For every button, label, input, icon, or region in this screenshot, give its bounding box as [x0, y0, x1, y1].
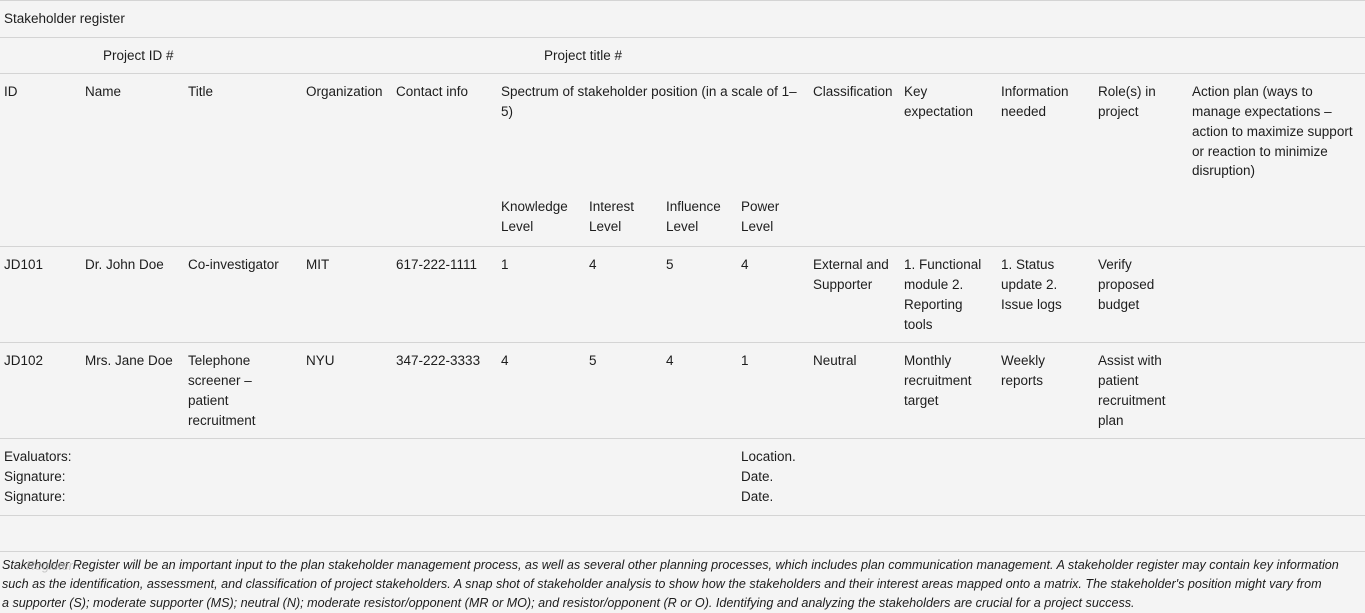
subheader-knowledge-level: Knowledge Level	[497, 188, 585, 248]
register-table: Stakeholder register Project ID # Projec…	[0, 0, 1365, 516]
header-information-needed: Information needed	[997, 73, 1094, 189]
cell-organization: MIT	[302, 246, 392, 344]
cell-action-plan	[1188, 246, 1365, 344]
header-classification: Classification	[809, 73, 900, 189]
cell-id: JD101	[0, 246, 81, 344]
project-title-label: Project title #	[497, 37, 1365, 75]
cell-knowledge-level: 1	[497, 246, 585, 344]
cell-contact-info: 617-222-1111	[392, 246, 497, 344]
signature-label-1: Signature:	[4, 469, 66, 485]
signature-label-2: Signature:	[4, 488, 66, 504]
subheader-spacer-action-plan	[1188, 188, 1365, 248]
header-spectrum: Spectrum of stakeholder position (in a s…	[497, 73, 809, 189]
header-key-expectation: Key expectation	[900, 73, 997, 189]
stakeholder-register-table: Stakeholder register Project ID # Projec…	[0, 0, 1365, 613]
header-action-plan: Action plan (ways to manage expectations…	[1188, 73, 1365, 189]
footnote-line-1: Stakeholder Register will be an importan…	[2, 558, 1339, 572]
cell-contact-info: 347-222-3333	[392, 342, 497, 440]
cell-title: Co-investigator	[184, 246, 302, 344]
project-info-row: Project ID # Project title #	[0, 37, 1365, 75]
header-contact-info: Contact info	[392, 73, 497, 189]
header-organization: Organization	[302, 73, 392, 189]
cell-influence-level: 5	[662, 246, 737, 344]
cell-information-needed: Weekly reports	[997, 342, 1094, 440]
footnote-line-2: such as the identification, assessment, …	[2, 577, 1322, 592]
date-label-2: Date.	[741, 488, 774, 504]
cell-action-plan	[1188, 342, 1365, 440]
cell-interest-level: 5	[585, 342, 662, 440]
subheader-spacer-organization	[302, 188, 392, 248]
cell-key-expectation: 1. Functional module 2. Reporting tools	[900, 246, 997, 344]
cell-classification: External and Supporter	[809, 246, 900, 344]
cell-organization: NYU	[302, 342, 392, 440]
cell-role-in-project: Verify proposed budget	[1094, 246, 1188, 344]
footnote-block: Stakeholder Register will be an importan…	[0, 551, 1365, 613]
date-label-1: Date.	[741, 469, 774, 485]
cell-title: Telephone screener – patient recruitment	[184, 342, 302, 440]
cell-power-level: 4	[737, 246, 809, 344]
cell-information-needed: 1. Status update 2. Issue logs	[997, 246, 1094, 344]
cell-name: Dr. John Doe	[81, 246, 184, 344]
cell-key-expectation: Monthly recruitment target	[900, 342, 997, 440]
page-title: Stakeholder register	[0, 0, 1365, 38]
cell-id: JD102	[0, 342, 81, 440]
signoff-left-block: Evaluators: Signature: Signature:	[0, 438, 737, 516]
subheader-spacer-name	[81, 188, 184, 248]
subheader-spacer-key-expectation	[900, 188, 997, 248]
header-title: Title	[184, 73, 302, 189]
cell-influence-level: 4	[662, 342, 737, 440]
location-label: Location.	[741, 449, 796, 465]
subheader-spacer-classification	[809, 188, 900, 248]
table-row[interactable]: JD102 Mrs. Jane Doe Telephone screener –…	[0, 342, 1365, 440]
cell-interest-level: 4	[585, 246, 662, 344]
cell-power-level: 1	[737, 342, 809, 440]
subheader-influence-level: Influence Level	[662, 188, 737, 248]
table-row[interactable]: JD101 Dr. John Doe Co-investigator MIT 6…	[0, 246, 1365, 344]
subheader-spacer-title	[184, 188, 302, 248]
column-header-row: ID Name Title Organization Contact info …	[0, 73, 1365, 189]
subheader-spacer-information-needed	[997, 188, 1094, 248]
cell-classification: Neutral	[809, 342, 900, 440]
subcolumn-header-row: Knowledge Level Interest Level Influence…	[0, 188, 1365, 248]
subheader-spacer-contact	[392, 188, 497, 248]
subheader-spacer-role	[1094, 188, 1188, 248]
cell-role-in-project: Assist with patient recruitment plan	[1094, 342, 1188, 440]
project-id-label: Project ID #	[0, 37, 497, 75]
cell-name: Mrs. Jane Doe	[81, 342, 184, 440]
footnote-line-3: a supporter (S); moderate supporter (MS)…	[2, 596, 1135, 611]
header-role-in-project: Role(s) in project	[1094, 73, 1188, 189]
header-name: Name	[81, 73, 184, 189]
subheader-interest-level: Interest Level	[585, 188, 662, 248]
cell-knowledge-level: 4	[497, 342, 585, 440]
subheader-spacer-id	[0, 188, 81, 248]
subheader-power-level: Power Level	[737, 188, 809, 248]
signoff-row: Evaluators: Signature: Signature: Locati…	[0, 438, 1365, 516]
signoff-right-block: Location. Date. Date.	[737, 438, 1365, 516]
register-title-row: Stakeholder register	[0, 0, 1365, 38]
header-id: ID	[0, 73, 81, 189]
evaluators-label: Evaluators:	[4, 449, 72, 465]
